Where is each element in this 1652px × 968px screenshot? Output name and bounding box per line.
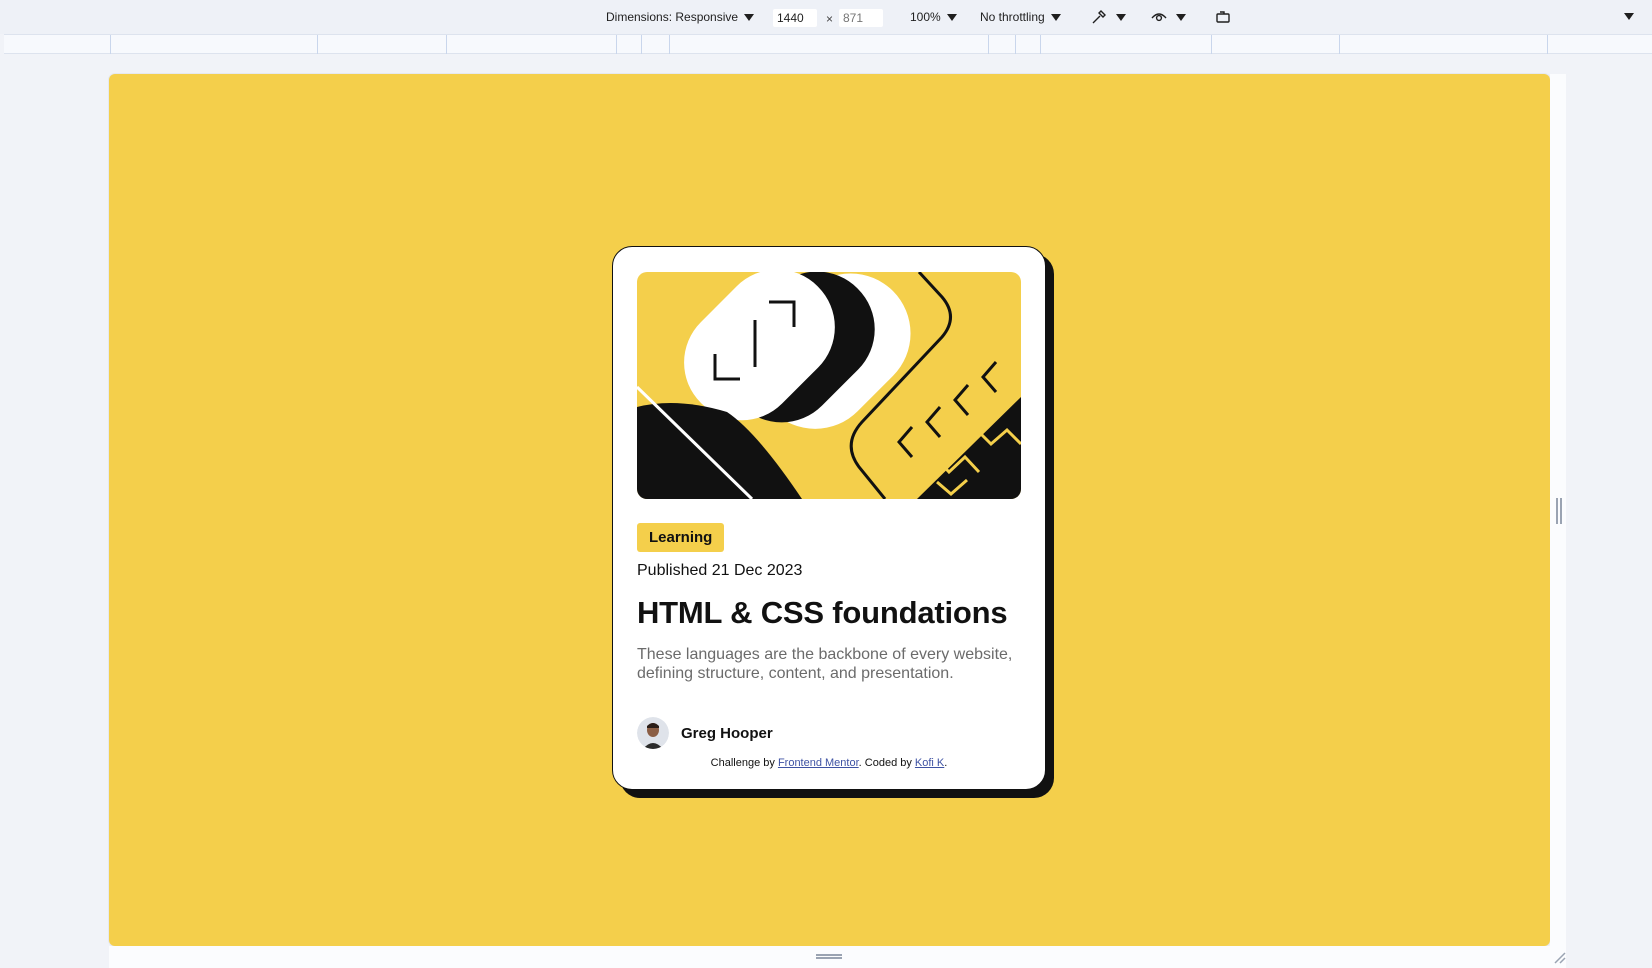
chevron-down-icon	[744, 13, 755, 21]
media-query-ruler	[4, 34, 1652, 54]
times-separator: ×	[826, 12, 834, 26]
attribution-middle: . Coded by	[858, 757, 915, 769]
resize-handle-right[interactable]	[1556, 498, 1562, 524]
device-toolbar: Dimensions: Responsive × 100% No throttl…	[0, 0, 1652, 34]
dimensions-dropdown[interactable]: Dimensions: Responsive	[606, 10, 755, 24]
attribution: Challenge by Frontend Mentor. Coded by K…	[637, 757, 1021, 769]
width-input[interactable]	[773, 9, 817, 27]
author-name: Greg Hooper	[681, 724, 773, 742]
card-description: These languages are the backbone of ever…	[637, 646, 1013, 682]
throttling-dropdown[interactable]: No throttling	[980, 10, 1061, 24]
eye-icon	[1151, 13, 1167, 22]
chevron-down-icon	[1116, 13, 1126, 21]
rotate-device-icon	[1216, 11, 1230, 23]
eyedropper-icon	[1092, 10, 1106, 24]
attribution-prefix: Challenge by	[710, 757, 778, 769]
avatar	[637, 717, 669, 749]
chevron-down-icon	[1176, 13, 1186, 21]
chevron-down-icon	[1050, 13, 1061, 21]
author: Greg Hooper	[637, 717, 1021, 749]
zoom-label: 100%	[910, 10, 941, 24]
rotate-button[interactable]	[1214, 8, 1232, 26]
throttling-label: No throttling	[980, 10, 1045, 24]
dimensions-label: Dimensions: Responsive	[606, 10, 739, 24]
eyedropper-button[interactable]	[1090, 8, 1126, 26]
blog-illustration	[637, 272, 1021, 499]
resize-handle-bottom[interactable]	[816, 954, 842, 959]
more-options-button[interactable]	[1624, 13, 1634, 20]
more-options-icon	[1624, 13, 1634, 20]
height-input[interactable]	[839, 9, 883, 27]
attribution-suffix: .	[944, 757, 948, 769]
chevron-down-icon	[946, 13, 957, 21]
zoom-dropdown[interactable]: 100%	[910, 10, 957, 24]
author-link[interactable]: Kofi K	[915, 757, 944, 769]
blog-card: Learning Published 21 Dec 2023 HTML & CS…	[612, 246, 1046, 790]
frontend-mentor-link[interactable]: Frontend Mentor	[778, 757, 859, 769]
vision-deficiency-button[interactable]	[1150, 8, 1186, 26]
category-tag: Learning	[637, 523, 725, 552]
card-title[interactable]: HTML & CSS foundations	[637, 595, 1021, 631]
resize-corner-icon[interactable]	[1552, 950, 1566, 964]
publish-date: Published 21 Dec 2023	[637, 562, 803, 579]
